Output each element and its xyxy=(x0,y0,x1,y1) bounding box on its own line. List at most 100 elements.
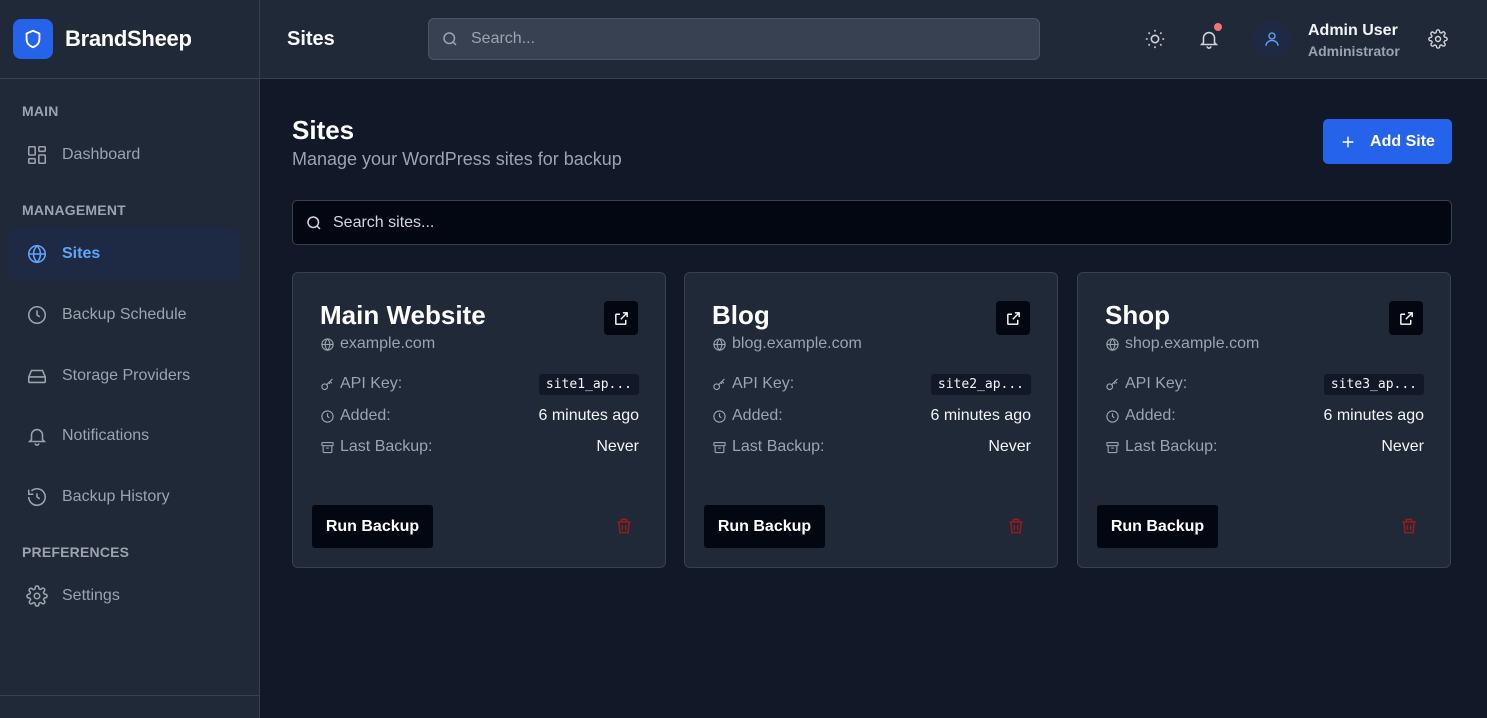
last-backup-label-text: Last Backup: xyxy=(1125,438,1218,455)
search-icon xyxy=(307,215,321,230)
sidebar-item-label: Settings xyxy=(62,587,120,604)
api-key-label: API Key: xyxy=(712,375,794,393)
page-subtitle: Manage your WordPress sites for backup xyxy=(292,149,622,169)
api-key-value: site3_ap... xyxy=(1323,373,1424,395)
user-icon xyxy=(1265,32,1279,46)
gear-icon[interactable] xyxy=(1428,29,1448,49)
add-site-label: Add Site xyxy=(1370,132,1435,150)
site-url: example.com xyxy=(320,335,435,353)
section-management-label: MANAGEMENT xyxy=(22,202,126,218)
last-backup-row: Last Backup: Never xyxy=(712,436,1031,458)
global-search-input[interactable] xyxy=(471,30,1011,48)
archive-icon xyxy=(1106,441,1119,453)
external-link-icon xyxy=(1399,311,1413,325)
api-key-label: API Key: xyxy=(320,375,402,393)
last-backup-value: Never xyxy=(1381,438,1424,455)
gear-icon xyxy=(26,585,48,607)
open-site-button[interactable] xyxy=(1389,301,1423,335)
site-card: Main Website example.com API Key: site1_… xyxy=(292,272,666,568)
archive-icon xyxy=(321,441,334,453)
site-card: Shop shop.example.com API Key: site3_ap.… xyxy=(1077,272,1451,568)
bell-icon[interactable] xyxy=(1198,28,1220,50)
added-label: Added: xyxy=(320,407,391,425)
last-backup-label-text: Last Backup: xyxy=(732,438,825,455)
globe-icon xyxy=(321,337,334,351)
open-site-button[interactable] xyxy=(996,301,1030,335)
last-backup-row: Last Backup: Never xyxy=(1105,436,1424,458)
api-key-label-text: API Key: xyxy=(340,375,403,392)
sidebar-item-sites[interactable]: Sites xyxy=(8,228,241,280)
site-url-text: example.com xyxy=(340,335,436,352)
site-url-text: shop.example.com xyxy=(1125,335,1260,352)
plus-icon xyxy=(1342,136,1354,147)
added-row: Added: 6 minutes ago xyxy=(712,405,1031,427)
external-link-icon xyxy=(614,311,628,325)
added-value: 6 minutes ago xyxy=(538,407,639,424)
added-label-text: Added: xyxy=(340,407,391,424)
globe-icon xyxy=(27,244,47,264)
global-search[interactable] xyxy=(428,18,1040,60)
open-site-button[interactable] xyxy=(604,301,638,335)
external-link-icon xyxy=(1006,311,1020,325)
brand[interactable]: BrandSheep xyxy=(0,0,259,79)
site-url: shop.example.com xyxy=(1105,335,1259,353)
site-search-input[interactable] xyxy=(333,213,1433,232)
shield-logo-icon xyxy=(13,19,53,59)
last-backup-label: Last Backup: xyxy=(1105,438,1218,456)
sun-icon[interactable] xyxy=(1144,28,1166,50)
sidebar-item-settings[interactable]: Settings xyxy=(8,570,241,622)
api-key-label-text: API Key: xyxy=(732,375,795,392)
run-backup-button[interactable]: Run Backup xyxy=(704,505,825,548)
dashboard-icon xyxy=(27,145,47,165)
site-search[interactable] xyxy=(292,200,1452,245)
added-row: Added: 6 minutes ago xyxy=(1105,405,1424,427)
key-icon xyxy=(1106,377,1118,390)
added-row: Added: 6 minutes ago xyxy=(320,405,639,427)
api-key-row: API Key: site2_ap... xyxy=(712,373,1031,395)
section-preferences-label: PREFERENCES xyxy=(22,544,130,560)
sidebar-item-label: Backup Schedule xyxy=(62,306,187,323)
section-main-label: MAIN xyxy=(22,103,59,119)
added-label: Added: xyxy=(1105,407,1176,425)
clock-icon xyxy=(27,305,47,325)
site-name: Blog xyxy=(712,300,770,330)
trash-icon[interactable] xyxy=(1399,516,1419,536)
sidebar-item-storage-providers[interactable]: Storage Providers xyxy=(8,350,241,402)
clock-icon xyxy=(713,409,726,423)
avatar[interactable] xyxy=(1253,20,1291,58)
clock-icon xyxy=(1106,409,1119,423)
added-label-text: Added: xyxy=(1125,407,1176,424)
sidebar-item-label: Sites xyxy=(62,245,101,262)
notification-dot xyxy=(1214,23,1222,31)
sidebar-item-label: Backup History xyxy=(62,488,170,505)
run-backup-button[interactable]: Run Backup xyxy=(312,505,433,548)
site-url: blog.example.com xyxy=(712,335,862,353)
last-backup-value: Never xyxy=(988,438,1031,455)
added-label-text: Added: xyxy=(732,407,783,424)
clock-icon xyxy=(321,409,334,423)
trash-icon[interactable] xyxy=(614,516,634,536)
run-backup-button[interactable]: Run Backup xyxy=(1097,505,1218,548)
globe-icon xyxy=(713,337,726,351)
last-backup-label-text: Last Backup: xyxy=(340,438,433,455)
globe-icon xyxy=(1106,337,1119,351)
sidebar-item-backup-history[interactable]: Backup History xyxy=(8,471,241,523)
sidebar-item-label: Storage Providers xyxy=(62,367,191,384)
added-label: Added: xyxy=(712,407,783,425)
history-icon xyxy=(27,488,47,506)
page-title: Sites xyxy=(292,115,355,145)
sidebar-item-backup-schedule[interactable]: Backup Schedule xyxy=(8,289,241,341)
api-key-value: site1_ap... xyxy=(538,373,639,395)
api-key-label: API Key: xyxy=(1105,375,1187,393)
sidebar-item-dashboard[interactable]: Dashboard xyxy=(8,129,241,181)
trash-icon[interactable] xyxy=(1006,516,1026,536)
add-site-button[interactable]: Add Site xyxy=(1323,119,1452,164)
top-header: Sites Admin User Administrator xyxy=(260,0,1487,79)
sidebar-item-label: Dashboard xyxy=(62,146,141,163)
user-role: Administrator xyxy=(1308,43,1400,59)
user-name[interactable]: Admin User xyxy=(1308,22,1398,40)
api-key-row: API Key: site1_ap... xyxy=(320,373,639,395)
hard-drive-icon xyxy=(27,369,47,384)
api-key-value: site2_ap... xyxy=(930,373,1031,395)
sidebar-item-notifications[interactable]: Notifications xyxy=(8,410,241,462)
